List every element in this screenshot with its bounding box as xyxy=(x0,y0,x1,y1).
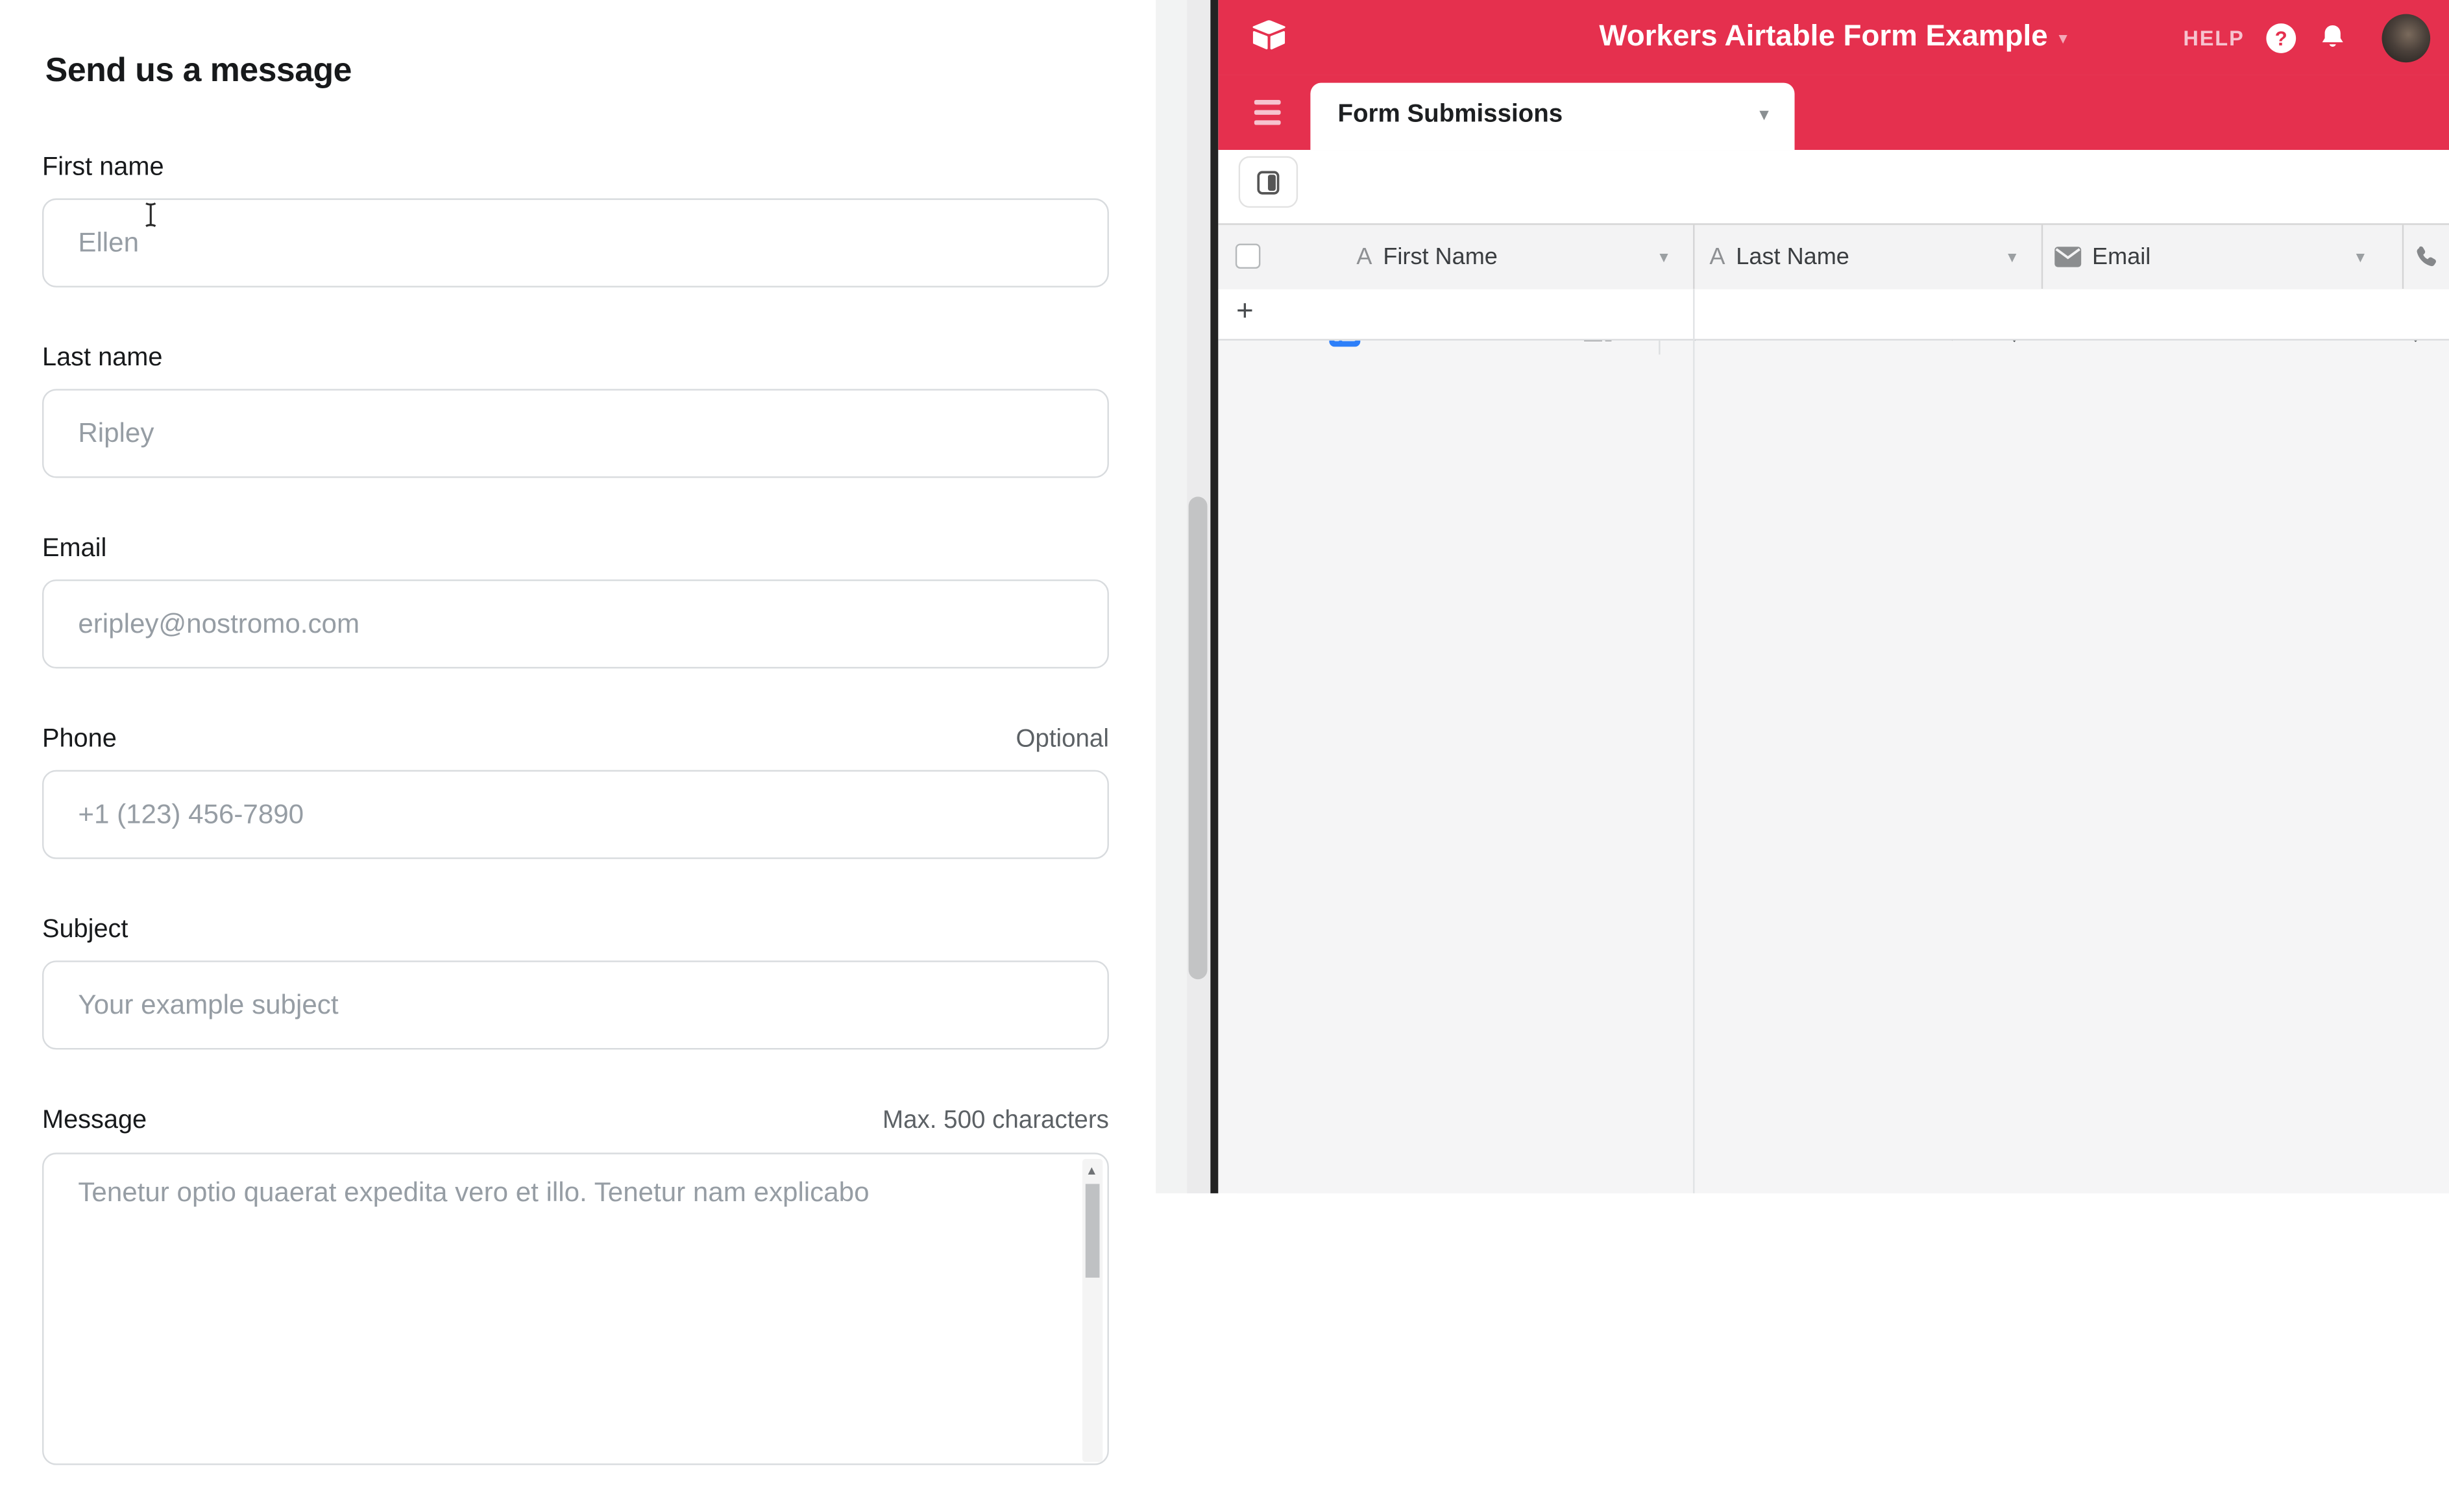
first-name-input[interactable]: Ellen xyxy=(42,199,1109,287)
email-field: Email eripley@nostromo.com xyxy=(42,534,1109,675)
add-record-row[interactable]: + xyxy=(1217,289,2449,340)
first-name-label: First name xyxy=(42,153,164,183)
grid-header-row: A First Name ▾ A Last Name ▾ Email ▾ xyxy=(1217,223,2449,292)
table-tab-label: Form Submissions xyxy=(1338,101,1563,129)
column-name: Last Name xyxy=(1736,243,1849,270)
window-divider xyxy=(1210,0,1217,1193)
table-tab-caret-icon[interactable]: ▾ xyxy=(1759,103,1769,125)
email-input[interactable]: eripley@nostromo.com xyxy=(42,579,1109,668)
table-tab-form-submissions[interactable]: Form Submissions ▾ xyxy=(1310,83,1794,150)
message-field: Message Max. 500 characters Tenetur opti… xyxy=(42,1106,1109,1512)
subject-input[interactable]: Your example subject xyxy=(42,960,1109,1049)
phone-label: Phone xyxy=(42,725,117,755)
view-sidebar-toggle-button[interactable] xyxy=(1237,156,1297,208)
notifications-bell-icon[interactable] xyxy=(2318,22,2348,53)
message-maxchars-hint: Max. 500 characters xyxy=(883,1107,1109,1135)
help-question-icon[interactable]: ? xyxy=(2266,23,2296,53)
message-scrollbar-thumb[interactable] xyxy=(1086,1184,1100,1277)
airtable-topbar: Workers Airtable Form Example ▾ HELP ? xyxy=(1217,0,2449,75)
sidebar-menu-icon[interactable] xyxy=(1254,100,1284,125)
email-field-icon xyxy=(2053,245,2081,269)
select-all-checkbox[interactable] xyxy=(1235,243,1260,269)
base-title-caret-icon[interactable]: ▾ xyxy=(2059,27,2067,47)
column-caret-icon[interactable]: ▾ xyxy=(2008,247,2016,267)
first-name-field: First name Ellen xyxy=(42,153,1109,294)
last-name-field: Last name Ripley xyxy=(42,344,1109,485)
first-name-placeholder: Ellen xyxy=(78,226,139,260)
screen: Send us a message First name Ellen Last … xyxy=(0,0,2449,1193)
email-label: Email xyxy=(42,534,106,564)
column-divider[interactable] xyxy=(2402,225,2403,289)
view-toolbar: Grid view xyxy=(1217,150,2449,223)
airtable-pane: Workers Airtable Form Example ▾ HELP ? xyxy=(1217,0,2449,1193)
primary-column-divider xyxy=(1692,289,1694,1193)
phone-input[interactable]: +1 (123) 456-7890 xyxy=(42,770,1109,859)
subject-label: Subject xyxy=(42,915,128,945)
column-header-phone[interactable]: Phone xyxy=(2411,225,2449,289)
column-divider[interactable] xyxy=(1692,225,1694,289)
subject-field: Subject Your example subject xyxy=(42,915,1109,1056)
column-header-email[interactable]: Email xyxy=(2053,225,2150,289)
phone-field-icon xyxy=(2411,243,2437,270)
column-header-last-name[interactable]: A Last Name xyxy=(1709,225,1849,289)
last-name-input[interactable]: Ripley xyxy=(42,389,1109,478)
message-label: Message xyxy=(42,1106,147,1136)
column-divider[interactable] xyxy=(2041,225,2042,289)
base-title[interactable]: Workers Airtable Form Example xyxy=(1599,20,2047,55)
airtable-table-tabs-row: Form Submissions ▾ xyxy=(1217,75,2449,151)
message-scrollbar[interactable]: ▲ xyxy=(1082,1159,1103,1462)
column-caret-icon[interactable]: ▾ xyxy=(2356,247,2365,267)
email-placeholder: eripley@nostromo.com xyxy=(78,607,359,640)
column-name: First Name xyxy=(1383,243,1498,270)
contact-form-pane: Send us a message First name Ellen Last … xyxy=(0,0,1156,1193)
single-line-text-field-icon: A xyxy=(1709,243,1725,270)
form-title: Send us a message xyxy=(45,51,352,90)
subject-placeholder: Your example subject xyxy=(78,989,338,1022)
page-scrollbar-thumb[interactable] xyxy=(1189,496,1208,979)
column-name: Email xyxy=(2092,243,2150,270)
phone-optional-hint: Optional xyxy=(1016,726,1108,754)
sidebar-toggle-icon xyxy=(1254,166,1282,197)
single-line-text-field-icon: A xyxy=(1356,243,1372,270)
column-caret-icon[interactable]: ▾ xyxy=(1659,247,1668,267)
column-header-first-name[interactable]: A First Name xyxy=(1356,225,1497,289)
text-cursor-icon xyxy=(143,201,158,228)
phone-field: Phone Optional +1 (123) 456-7890 xyxy=(42,725,1109,866)
add-record-plus-icon[interactable]: + xyxy=(1236,295,1254,330)
message-textarea[interactable]: Tenetur optio quaerat expedita vero et i… xyxy=(42,1152,1109,1465)
last-name-placeholder: Ripley xyxy=(78,417,154,450)
user-avatar[interactable] xyxy=(2382,13,2431,62)
scroll-up-arrow-icon[interactable]: ▲ xyxy=(1086,1164,1098,1178)
phone-placeholder: +1 (123) 456-7890 xyxy=(78,798,304,831)
last-name-label: Last name xyxy=(42,344,162,374)
help-button[interactable]: HELP xyxy=(2183,26,2244,49)
